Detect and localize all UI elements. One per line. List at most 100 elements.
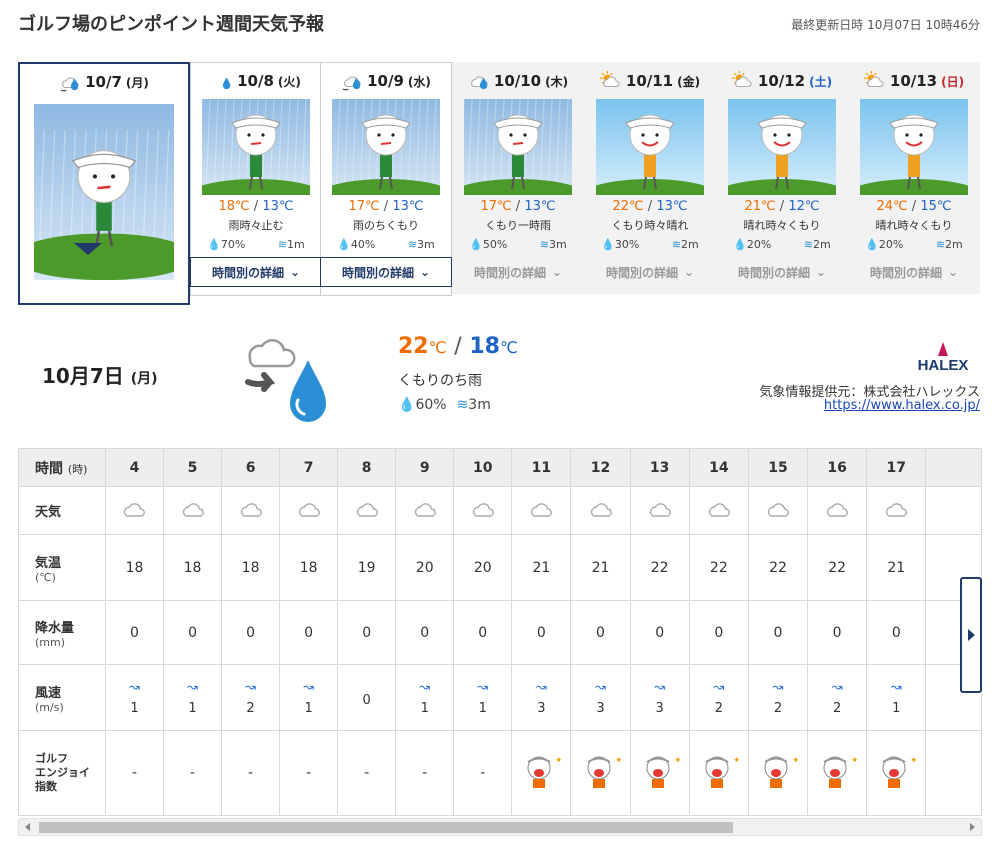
- day-card-10-8[interactable]: 10/8 (火) 18℃ / 13℃ 雨時々止む 💧70% ≋1m 時間別の詳細 ⌄: [190, 62, 322, 296]
- cloud-icon: [767, 502, 789, 517]
- day-temps: 17℃ / 13℃: [453, 199, 583, 214]
- hourly-detail-button[interactable]: 時間別の詳細 ⌄: [320, 257, 452, 287]
- cloud-icon: [414, 502, 436, 517]
- day-rain-value: 20%: [878, 238, 904, 251]
- golf-cell: ✦: [747, 730, 809, 816]
- day-high-temp: 21℃: [744, 199, 776, 214]
- day-wind: ≋3m: [540, 238, 567, 251]
- wind-value: 1: [304, 701, 313, 716]
- day-of-week: (水): [407, 74, 431, 89]
- hourly-detail-label: 時間別の詳細: [211, 265, 284, 280]
- wind-value: 1: [892, 701, 901, 716]
- day-wind: ≋1m: [278, 238, 305, 251]
- svg-text:✦: ✦: [792, 756, 798, 766]
- golfer-rain-illustration: [464, 99, 572, 195]
- wind-icon: ≋: [539, 238, 550, 251]
- sun-cloud-icon: [731, 70, 752, 88]
- hour-cell: 13: [629, 448, 690, 487]
- happy-golfer-icon: ✦: [586, 756, 623, 788]
- wind-row: 風速 (m/s) ↝ 1 ↝ 1 ↝ 2 ↝ 1 0 ↝ 1 ↝ 1 ↝ 3 ↝ 3 ↝ 3 ↝ 2 ↝ 2 ↝ 2 ↝ 1: [18, 664, 982, 731]
- rain-cell: 0: [104, 600, 165, 665]
- day-rain-value: 20%: [746, 238, 772, 251]
- temp-row: 気温 (℃) 18 18 18 18 19 20 20 21 21 22 22 22 22 21: [18, 534, 982, 601]
- day-header: 10/12 (土): [717, 63, 847, 99]
- temp-cell: 18: [279, 534, 339, 601]
- cloudy-then-rain-icon: [60, 77, 79, 92]
- day-temps: 24℃ / 15℃: [849, 199, 979, 214]
- wind-value: 1: [130, 701, 139, 716]
- hourly-detail-button[interactable]: 時間別の詳細 ⌄: [717, 257, 847, 287]
- weather-cell: [688, 486, 749, 535]
- wind-icon: ≋: [935, 238, 946, 251]
- temp-cell: 18: [162, 534, 223, 601]
- raindrop-icon: 💧: [601, 238, 615, 251]
- rain-label-text: 降水量: [35, 620, 75, 636]
- day-header: 10/13 (日): [849, 63, 979, 99]
- day-weather-icon: [341, 70, 363, 92]
- hourly-table-container[interactable]: 時間 (時) 4 5 6 7 8 9 10 11 12 13 14 15 16 17 天気 気温 (℃) 1…: [18, 448, 982, 818]
- provider-link[interactable]: https://www.halex.co.jp/: [824, 398, 980, 413]
- hourly-detail-button[interactable]: 時間別の詳細 ⌄: [453, 257, 583, 287]
- hourly-detail-button[interactable]: 時間別の詳細 ⌄: [585, 257, 715, 287]
- horizontal-scrollbar[interactable]: [18, 818, 982, 836]
- wind-label-unit: (m/s): [35, 700, 64, 714]
- golf-label-line2: エンジョイ: [35, 766, 90, 779]
- cloudy-then-rain-icon: [245, 339, 326, 422]
- rain-cell: 0: [453, 600, 513, 665]
- cloud-icon: [649, 502, 671, 517]
- rain-cell: 0: [337, 600, 397, 665]
- rain-cell: 0: [279, 600, 339, 665]
- hourly-detail-label: 時間別の詳細: [473, 265, 546, 280]
- temp-cell: 21: [866, 534, 927, 601]
- day-date: 10/13: [889, 72, 938, 90]
- scrollbar-thumb[interactable]: [39, 822, 733, 833]
- day-card-10-11[interactable]: 10/11 (金) 22℃ / 13℃ くもり時々晴れ 💧30% ≋2m 時間別の詳細 ⌄: [584, 62, 716, 294]
- golfer-sunny-illustration: [860, 114, 968, 195]
- weather-cell: [747, 486, 809, 535]
- wind-value: 3: [537, 701, 546, 716]
- day-rain-chance: 💧20%: [733, 238, 771, 251]
- summary-rain: 💧60%: [398, 397, 447, 413]
- day-description: 雨のちくもり: [353, 219, 419, 232]
- day-illustration: [34, 104, 174, 280]
- scroll-right-arrow[interactable]: [970, 823, 975, 831]
- day-illustration: [860, 99, 968, 195]
- svg-text:✦: ✦: [555, 756, 561, 766]
- rain-cell: 0: [395, 600, 455, 665]
- day-weather-icon: [731, 70, 754, 92]
- day-rain-value: 40%: [350, 238, 376, 251]
- hourly-detail-button[interactable]: 時間別の詳細 ⌄: [849, 257, 979, 287]
- wind-cell: ↝ 2: [688, 664, 749, 731]
- temp-cell: 20: [395, 534, 455, 601]
- wind-value: 0: [362, 693, 371, 708]
- day-card-10-12[interactable]: 10/12 (土) 21℃ / 12℃ 晴れ時々くもり 💧20% ≋2m 時間別の詳細 ⌄: [716, 62, 848, 294]
- day-illustration: [464, 99, 572, 195]
- scroll-left-arrow[interactable]: [25, 823, 30, 831]
- day-card-10-13[interactable]: 10/13 (日) 24℃ / 15℃ 晴れ時々くもり 💧20% ≋2m 時間別の詳細 ⌄: [848, 62, 980, 294]
- next-hours-button[interactable]: [960, 577, 982, 693]
- day-high-temp: 22℃: [612, 199, 644, 214]
- golf-cell: ✦: [807, 730, 868, 816]
- day-rain-chance: 💧20%: [865, 238, 903, 251]
- day-card-10-10[interactable]: 10/10 (木) 17℃ / 13℃ くもり一時雨 💧50% ≋3m 時間別の詳細 ⌄: [452, 62, 584, 294]
- hourly-detail-button[interactable]: 時間別の詳細 ⌄: [190, 257, 322, 287]
- day-card-10-9[interactable]: 10/9 (水) 17℃ / 13℃ 雨のちくもり 💧40% ≋3m 時間別の詳細 ⌄: [320, 62, 452, 296]
- golf-cell: -: [279, 730, 339, 816]
- summary-sep: /: [454, 334, 462, 359]
- chevron-right-icon: [967, 629, 975, 641]
- wind-icon: ≋: [803, 238, 814, 251]
- day-card-10-7[interactable]: 10/7 (月): [18, 62, 190, 305]
- svg-text:✦: ✦: [674, 756, 680, 766]
- day-illustration: [202, 99, 310, 195]
- sun-cloud-icon: [599, 70, 620, 88]
- wind-icon: ↝: [890, 680, 902, 695]
- day-stats: 💧70% ≋1m: [191, 238, 321, 251]
- hours-label: 時間 (時): [18, 448, 106, 487]
- happy-golfer-icon: ✦: [646, 756, 682, 788]
- rain-label: 降水量 (mm): [18, 600, 106, 665]
- rain-cell: 0: [162, 600, 223, 665]
- day-of-week: (木): [545, 74, 569, 89]
- hour-cell: 4: [104, 448, 165, 487]
- day-illustration: [332, 99, 440, 195]
- wind-icon: ↝: [713, 680, 725, 695]
